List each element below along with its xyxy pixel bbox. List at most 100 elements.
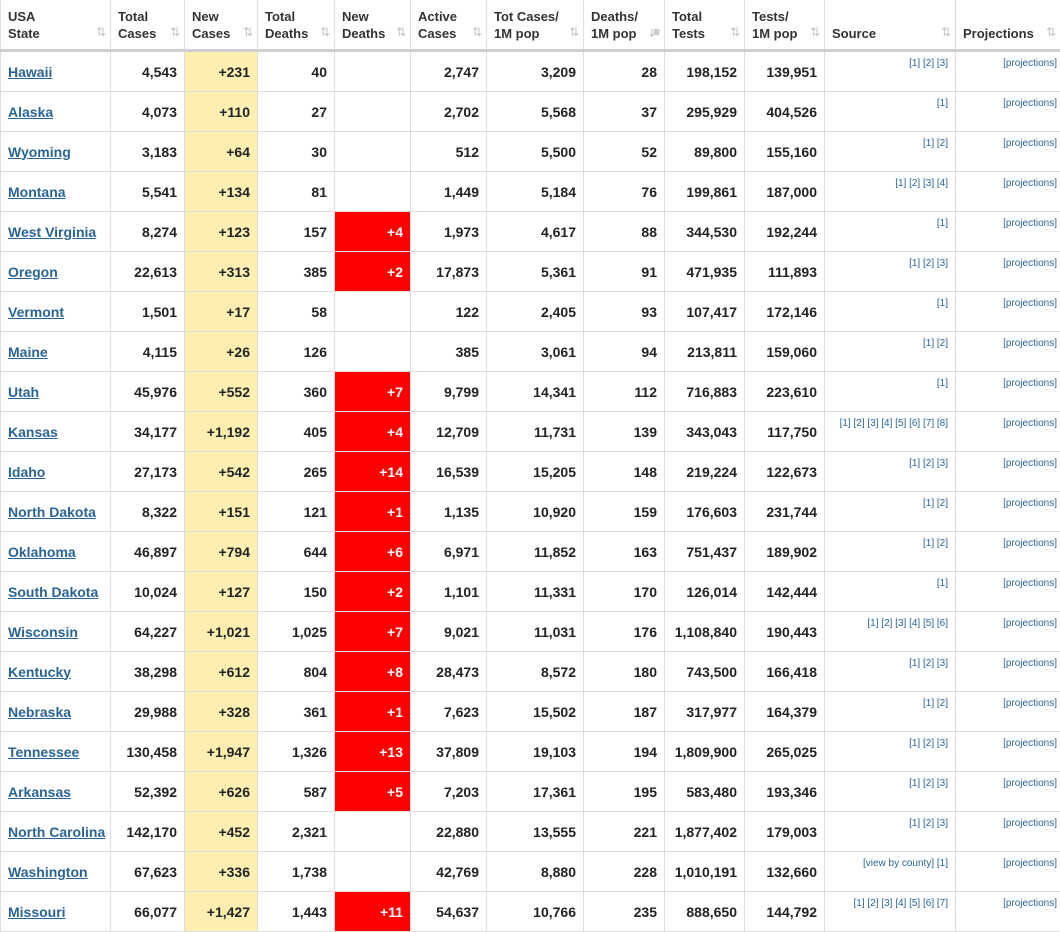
header-cases-per-million[interactable]: Tot Cases/1M pop⇅ — [487, 0, 584, 51]
projections-link[interactable]: [projections] — [1003, 218, 1057, 229]
source-links[interactable]: [1] [2] — [923, 698, 948, 709]
source-links[interactable]: [1] [2] [3] — [909, 658, 948, 669]
state-link[interactable]: Wyoming — [8, 144, 71, 160]
projections-link[interactable]: [projections] — [1003, 138, 1057, 149]
state-link[interactable]: Hawaii — [8, 64, 52, 80]
cases-per-million-cell: 5,568 — [487, 92, 584, 132]
projections-link[interactable]: [projections] — [1003, 738, 1057, 749]
header-projections[interactable]: Projections⇅ — [956, 0, 1060, 51]
header-total-tests[interactable]: TotalTests⇅ — [665, 0, 745, 51]
header-new-cases[interactable]: NewCases⇅ — [185, 0, 258, 51]
projections-link[interactable]: [projections] — [1003, 178, 1057, 189]
state-link[interactable]: Wisconsin — [8, 624, 78, 640]
source-links[interactable]: [1] [2] [3] — [909, 738, 948, 749]
projections-link[interactable]: [projections] — [1003, 698, 1057, 709]
projections-link[interactable]: [projections] — [1003, 458, 1057, 469]
source-links[interactable]: [1] [2] — [923, 338, 948, 349]
state-link[interactable]: Arkansas — [8, 784, 71, 800]
source-links[interactable]: [1] — [937, 578, 948, 589]
deaths-per-million-cell: 194 — [584, 732, 665, 772]
source-links[interactable]: [1] [2] [3] [4] [5] [6] — [867, 618, 948, 629]
source-links[interactable]: [1] — [937, 298, 948, 309]
header-total-cases[interactable]: TotalCases⇅ — [111, 0, 185, 51]
state-link[interactable]: Kentucky — [8, 664, 71, 680]
source-links[interactable]: [1] [2] [3] — [909, 258, 948, 269]
state-link[interactable]: Idaho — [8, 464, 45, 480]
total-deaths-cell: 58 — [258, 292, 335, 332]
source-links[interactable]: [1] [2] [3] — [909, 778, 948, 789]
source-links[interactable]: [1] [2] — [923, 538, 948, 549]
source-links[interactable]: [1] [2] — [923, 498, 948, 509]
state-link[interactable]: North Carolina — [8, 824, 105, 840]
state-link[interactable]: Oregon — [8, 264, 58, 280]
source-links[interactable]: [1] [2] [3] — [909, 58, 948, 69]
header-deaths-per-million[interactable]: Deaths/1M pop↓≡ — [584, 0, 665, 51]
new-cases-cell: +123 — [185, 212, 258, 252]
header-label-line2: Cases — [418, 26, 456, 41]
state-link[interactable]: Maine — [8, 344, 48, 360]
projections-link[interactable]: [projections] — [1003, 778, 1057, 789]
header-tests-per-million[interactable]: Tests/1M pop⇅ — [745, 0, 825, 51]
projections-link[interactable]: [projections] — [1003, 578, 1057, 589]
projections-link[interactable]: [projections] — [1003, 858, 1057, 869]
projections-cell: [projections] — [956, 252, 1060, 292]
state-link[interactable]: Kansas — [8, 424, 58, 440]
projections-link[interactable]: [projections] — [1003, 378, 1057, 389]
sort-icon[interactable]: ⇅ — [1046, 24, 1054, 41]
source-links[interactable]: [view by county] [1] — [863, 858, 948, 869]
projections-link[interactable]: [projections] — [1003, 898, 1057, 909]
projections-link[interactable]: [projections] — [1003, 58, 1057, 69]
projections-link[interactable]: [projections] — [1003, 258, 1057, 269]
projections-link[interactable]: [projections] — [1003, 418, 1057, 429]
total-tests-cell: 1,809,900 — [665, 732, 745, 772]
sort-icon[interactable]: ⇅ — [472, 24, 480, 41]
sort-icon[interactable]: ⇅ — [730, 24, 738, 41]
header-total-deaths[interactable]: TotalDeaths⇅ — [258, 0, 335, 51]
sort-icon[interactable]: ⇅ — [243, 24, 251, 41]
sort-icon[interactable]: ⇅ — [396, 24, 404, 41]
projections-link[interactable]: [projections] — [1003, 818, 1057, 829]
source-links[interactable]: [1] — [937, 218, 948, 229]
source-links[interactable]: [1] [2] [3] [4] [5] [6] [7] — [854, 898, 949, 909]
state-link[interactable]: Washington — [8, 864, 88, 880]
header-state[interactable]: USAState⇅ — [1, 0, 111, 51]
state-link[interactable]: Oklahoma — [8, 544, 76, 560]
new-deaths-cell: +4 — [335, 212, 411, 252]
source-links[interactable]: [1] [2] [3] [4] — [895, 178, 948, 189]
projections-link[interactable]: [projections] — [1003, 498, 1057, 509]
source-links[interactable]: [1] [2] — [923, 138, 948, 149]
projections-link[interactable]: [projections] — [1003, 658, 1057, 669]
state-link[interactable]: Alaska — [8, 104, 53, 120]
source-links[interactable]: [1] — [937, 378, 948, 389]
projections-link[interactable]: [projections] — [1003, 618, 1057, 629]
sort-icon[interactable]: ⇅ — [569, 24, 577, 41]
state-link[interactable]: Tennessee — [8, 744, 79, 760]
sort-icon[interactable]: ⇅ — [810, 24, 818, 41]
source-links[interactable]: [1] [2] [3] [4] [5] [6] [7] [8] — [840, 418, 948, 429]
sort-icon[interactable]: ⇅ — [320, 24, 328, 41]
state-link[interactable]: Montana — [8, 184, 66, 200]
projections-link[interactable]: [projections] — [1003, 98, 1057, 109]
header-new-deaths[interactable]: NewDeaths⇅ — [335, 0, 411, 51]
state-link[interactable]: Vermont — [8, 304, 64, 320]
source-links[interactable]: [1] — [937, 98, 948, 109]
header-active-cases[interactable]: ActiveCases⇅ — [411, 0, 487, 51]
source-links[interactable]: [1] [2] [3] — [909, 458, 948, 469]
state-link[interactable]: West Virginia — [8, 224, 96, 240]
source-cell: [1] — [825, 372, 956, 412]
projections-link[interactable]: [projections] — [1003, 338, 1057, 349]
sort-icon[interactable]: ⇅ — [941, 24, 949, 41]
state-link[interactable]: Utah — [8, 384, 39, 400]
state-link[interactable]: Missouri — [8, 904, 66, 920]
sort-descending-icon[interactable]: ↓≡ — [649, 24, 658, 41]
state-link[interactable]: Nebraska — [8, 704, 71, 720]
projections-link[interactable]: [projections] — [1003, 298, 1057, 309]
header-source[interactable]: Source⇅ — [825, 0, 956, 51]
state-link[interactable]: South Dakota — [8, 584, 98, 600]
source-links[interactable]: [1] [2] [3] — [909, 818, 948, 829]
sort-icon[interactable]: ⇅ — [170, 24, 178, 41]
state-link[interactable]: North Dakota — [8, 504, 96, 520]
tests-per-million-cell: 265,025 — [745, 732, 825, 772]
projections-link[interactable]: [projections] — [1003, 538, 1057, 549]
sort-icon[interactable]: ⇅ — [96, 24, 104, 41]
